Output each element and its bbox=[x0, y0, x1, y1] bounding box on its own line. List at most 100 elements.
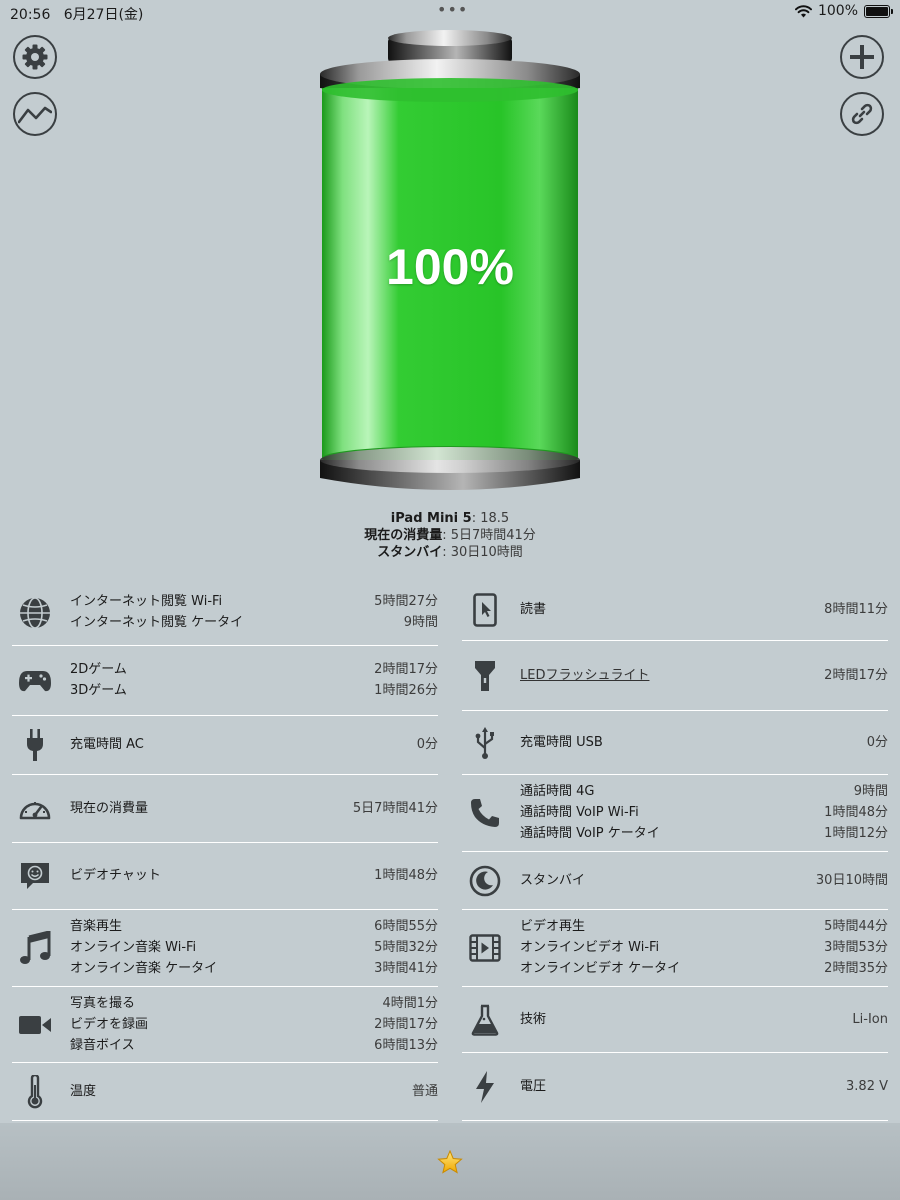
row-value: 1時間48分 bbox=[374, 868, 438, 883]
row-value: 0分 bbox=[866, 734, 888, 750]
row-value: 5日7時間41分 bbox=[352, 800, 438, 816]
row-value: 2時間17分 bbox=[374, 662, 438, 677]
row-label: ビデオチャット bbox=[70, 868, 161, 883]
row-value: 9時間 bbox=[403, 615, 438, 630]
wifi-icon bbox=[794, 4, 812, 17]
status-date: 6月27日(金) bbox=[63, 7, 144, 23]
status-bar: 20:56 6月27日(金) ••• 100% bbox=[0, 0, 900, 24]
moon-icon bbox=[469, 865, 501, 896]
device-usage: 現在の消費量: 5日7時間41分 bbox=[364, 528, 536, 543]
row-label: オンラインビデオ Wi-Fi bbox=[520, 940, 660, 955]
row-games[interactable]: 2Dゲーム 2時間17分 3Dゲーム 1時間26分 bbox=[12, 646, 438, 716]
device-info: iPad Mini 5: 18.5 現在の消費量: 5日7時間41分 スタンバイ… bbox=[0, 510, 900, 561]
row-label: 通話時間 VoIP ケータイ bbox=[520, 826, 660, 841]
tablet-icon bbox=[473, 593, 497, 627]
row-value: 1時間12分 bbox=[824, 826, 888, 841]
globe-icon bbox=[20, 596, 50, 629]
row-label: 通話時間 4G bbox=[520, 784, 595, 799]
row-value: 8時間11分 bbox=[824, 602, 888, 617]
row-label: 現在の消費量 bbox=[70, 800, 149, 816]
row-value: 6時間13分 bbox=[374, 1037, 438, 1053]
star-icon[interactable] bbox=[437, 1150, 463, 1174]
flashlight-icon bbox=[475, 660, 495, 691]
link-button[interactable] bbox=[840, 92, 884, 136]
row-label: 温度 bbox=[70, 1083, 97, 1099]
row-label: 2Dゲーム bbox=[70, 662, 127, 677]
row-flashlight[interactable]: LEDフラッシュライト 2時間17分 bbox=[462, 641, 888, 711]
row-internet[interactable]: インターネット閲覧 Wi-Fi 5時間27分 インターネット閲覧 ケータイ 9時間 bbox=[12, 580, 438, 646]
gauge-icon bbox=[19, 801, 51, 819]
row-label: ビデオを録画 bbox=[70, 1016, 149, 1032]
row-label: 読書 bbox=[520, 602, 547, 617]
video-chat-icon bbox=[21, 863, 49, 889]
row-current-usage[interactable]: 現在の消費量 5日7時間41分 bbox=[12, 775, 438, 843]
plus-icon bbox=[850, 45, 874, 69]
row-value: 3時間41分 bbox=[374, 961, 438, 976]
settings-button[interactable] bbox=[13, 35, 57, 79]
row-value: 0分 bbox=[416, 737, 438, 752]
row-value: 30日10時間 bbox=[815, 872, 888, 888]
status-battery-icon bbox=[864, 4, 893, 18]
row-label: スタンバイ bbox=[520, 872, 586, 888]
row-reading[interactable]: 読書 8時間11分 bbox=[462, 580, 888, 641]
battery-percent: 100% bbox=[386, 239, 514, 295]
row-value: 5時間27分 bbox=[374, 594, 438, 609]
chart-button[interactable] bbox=[13, 92, 57, 136]
gear-icon bbox=[22, 44, 48, 70]
row-label: 3Dゲーム bbox=[70, 683, 127, 698]
row-label: 充電時間 USB bbox=[520, 734, 603, 750]
row-label: オンライン音楽 Wi-Fi bbox=[70, 940, 197, 955]
row-value: 6時間55分 bbox=[374, 919, 438, 934]
flashlight-link[interactable]: LEDフラッシュライト bbox=[520, 668, 649, 684]
music-icon bbox=[20, 931, 51, 964]
row-label: オンラインビデオ ケータイ bbox=[520, 961, 681, 976]
row-label: 通話時間 VoIP Wi-Fi bbox=[520, 805, 639, 820]
row-charge-ac[interactable]: 充電時間 AC 0分 bbox=[12, 716, 438, 775]
film-icon bbox=[469, 934, 501, 962]
add-button[interactable] bbox=[840, 35, 884, 79]
camera-icon bbox=[19, 1015, 51, 1034]
multitask-dots[interactable]: ••• bbox=[437, 0, 468, 19]
row-value: 4時間1分 bbox=[382, 995, 438, 1011]
row-value: 5時間32分 bbox=[374, 940, 438, 955]
row-value: 2時間17分 bbox=[374, 1016, 438, 1032]
row-label: インターネット閲覧 Wi-Fi bbox=[70, 594, 223, 609]
status-battery-percent: 100% bbox=[817, 3, 858, 19]
row-value: 3時間53分 bbox=[824, 940, 888, 955]
device-model: iPad Mini 5: 18.5 bbox=[390, 511, 510, 526]
usb-icon bbox=[475, 726, 494, 759]
row-label: インターネット閲覧 ケータイ bbox=[70, 615, 244, 630]
row-label: 音楽再生 bbox=[70, 919, 123, 934]
row-video-chat[interactable]: ビデオチャット 1時間48分 bbox=[12, 843, 438, 910]
plug-icon bbox=[27, 729, 43, 761]
flask-icon bbox=[471, 1004, 499, 1036]
row-value: 5時間44分 bbox=[824, 919, 888, 934]
row-value: 1時間48分 bbox=[824, 805, 888, 820]
row-value: Li-Ion bbox=[852, 1011, 888, 1027]
status-right: 100% bbox=[794, 3, 893, 19]
row-label: オンライン音楽 ケータイ bbox=[70, 961, 218, 976]
row-calls[interactable]: 通話時間 4G 9時間 通話時間 VoIP Wi-Fi 1時間48分 通話時間 Vo… bbox=[462, 775, 888, 852]
row-value: 1時間26分 bbox=[374, 683, 438, 698]
row-technology[interactable]: 技術 Li-Ion bbox=[462, 987, 888, 1053]
row-value: 2時間35分 bbox=[824, 961, 888, 976]
chart-icon bbox=[18, 106, 52, 124]
row-value: 2時間17分 bbox=[824, 667, 888, 683]
phone-icon bbox=[471, 799, 499, 827]
row-charge-usb[interactable]: 充電時間 USB 0分 bbox=[462, 711, 888, 775]
row-label: 録音ボイス bbox=[70, 1037, 135, 1053]
row-music[interactable]: 音楽再生 6時間55分 オンライン音楽 Wi-Fi 5時間32分 オンライン音楽 ケ… bbox=[12, 910, 438, 987]
row-value: 普通 bbox=[411, 1083, 438, 1099]
status-time: 20:56 6月27日(金) bbox=[10, 7, 144, 23]
row-value: 3.82 V bbox=[846, 1078, 888, 1094]
row-temperature[interactable]: 温度 普通 bbox=[12, 1063, 438, 1121]
row-voltage[interactable]: 電圧 3.82 V bbox=[462, 1053, 888, 1121]
row-camera[interactable]: 写真を撮る 4時間1分 ビデオを録画 2時間17分 録音ボイス 6時間13分 bbox=[12, 987, 438, 1063]
row-label: 電圧 bbox=[520, 1078, 547, 1094]
row-video[interactable]: ビデオ再生 5時間44分 オンラインビデオ Wi-Fi 3時間53分 オンラインビデ… bbox=[462, 910, 888, 987]
bolt-icon bbox=[476, 1070, 494, 1103]
row-standby[interactable]: スタンバイ 30日10時間 bbox=[462, 852, 888, 910]
row-label: 写真を撮る bbox=[70, 995, 136, 1011]
link-icon bbox=[851, 103, 873, 125]
device-standby: スタンバイ: 30日10時間 bbox=[377, 545, 523, 560]
